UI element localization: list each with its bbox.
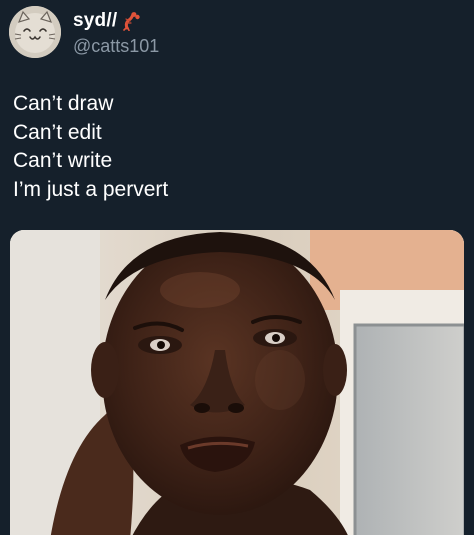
cat-face-icon: [9, 6, 61, 58]
tweet-text: Can’t draw Can’t edit Can’t write I’m ju…: [13, 90, 168, 204]
tweet: syd// @catts101 Can’t draw Can’t edit Ca…: [0, 0, 474, 535]
tweet-line: I’m just a pervert: [13, 177, 169, 201]
tweet-line: Can’t write: [13, 149, 113, 172]
author-handle[interactable]: @catts101: [73, 36, 159, 57]
tweet-media-photo[interactable]: [10, 230, 464, 535]
tweet-line: Can’t edit: [13, 120, 102, 144]
tweet-line: Can’t draw: [13, 92, 114, 115]
author-name-row[interactable]: syd//: [73, 10, 141, 32]
avatar[interactable]: [9, 6, 61, 58]
man-face-photo: [10, 230, 464, 535]
display-name[interactable]: syd//: [73, 10, 117, 32]
lobster-icon: [121, 11, 141, 32]
